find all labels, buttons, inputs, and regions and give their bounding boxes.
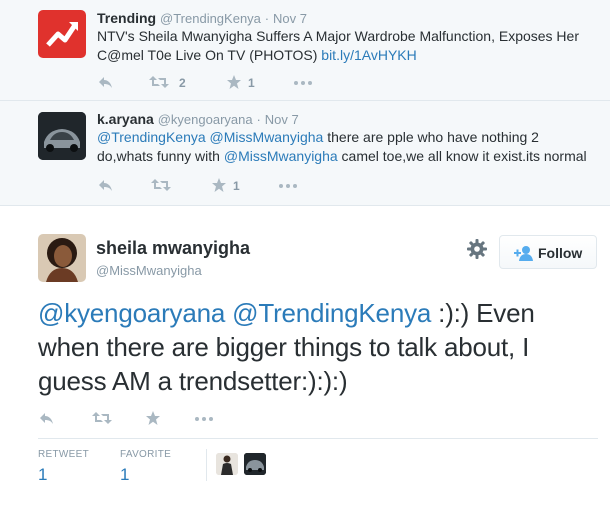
tweet-text-line: @kyengoaryana @TrendingKenya :):) Even bbox=[38, 296, 608, 330]
context-tweet-1[interactable]: Trending @TrendingKenya · Nov 7 NTV's Sh… bbox=[0, 0, 610, 101]
reply-icon[interactable] bbox=[38, 410, 54, 430]
separator: · bbox=[264, 11, 270, 26]
tweet-header: Trending @TrendingKenya · Nov 7 bbox=[97, 10, 307, 26]
tweet-text-line: guess AM a trendsetter:):):) bbox=[38, 366, 348, 396]
author-handle[interactable]: @TrendingKenya bbox=[160, 11, 261, 26]
trending-avatar[interactable] bbox=[38, 10, 86, 58]
favoriter-avatar[interactable] bbox=[244, 453, 266, 475]
kaaryana-avatar[interactable] bbox=[38, 112, 86, 160]
tweet-text-line: C@mel T0e Live On TV (PHOTOS) bit.ly/1Av… bbox=[97, 46, 579, 65]
main-tweet-text: @kyengoaryana @TrendingKenya :):) Even w… bbox=[38, 296, 608, 398]
timestamp[interactable]: Nov 7 bbox=[273, 11, 307, 26]
reply-icon[interactable] bbox=[97, 177, 113, 197]
mention-link[interactable]: @TrendingKenya bbox=[97, 129, 206, 145]
tweet-actions: 2 1 bbox=[97, 74, 397, 90]
tweet-text: @TrendingKenya @MissMwanyigha there are … bbox=[97, 128, 587, 166]
context-tweet-2[interactable]: k.aryana @kyengoaryana · Nov 7 @Trending… bbox=[0, 101, 610, 206]
retweet-icon[interactable] bbox=[149, 74, 169, 94]
author-handle[interactable]: @MissMwanyigha bbox=[96, 263, 202, 278]
tweet-text-line: NTV's Sheila Mwanyigha Suffers A Major W… bbox=[97, 28, 579, 44]
follow-label: Follow bbox=[538, 245, 583, 261]
timestamp[interactable]: Nov 7 bbox=[265, 112, 299, 127]
author-name[interactable]: sheila mwanyigha bbox=[96, 238, 250, 259]
tweet-text-line: @TrendingKenya @MissMwanyigha there are … bbox=[97, 128, 587, 147]
more-icon[interactable] bbox=[293, 74, 313, 94]
tweet-stats: RETWEET 1 FAVORITE 1 bbox=[38, 438, 598, 489]
tweet-text-line: do,whats funny with @MissMwanyigha camel… bbox=[97, 147, 587, 166]
star-icon[interactable] bbox=[226, 74, 242, 94]
mention-link[interactable]: @MissMwanyigha bbox=[210, 129, 324, 145]
more-icon[interactable] bbox=[194, 410, 214, 430]
retweet-count: 2 bbox=[179, 76, 186, 90]
main-tweet: sheila mwanyigha @MissMwanyigha Follow @… bbox=[0, 206, 610, 510]
retweet-stat-count[interactable]: 1 bbox=[38, 465, 47, 485]
reply-icon[interactable] bbox=[97, 74, 113, 94]
main-tweet-actions bbox=[38, 410, 338, 426]
tweet-header: k.aryana @kyengoaryana · Nov 7 bbox=[97, 111, 299, 127]
mention-link[interactable]: @MissMwanyigha bbox=[224, 148, 338, 164]
author-name[interactable]: k.aryana bbox=[97, 111, 154, 127]
retweet-stat-label: RETWEET bbox=[38, 449, 89, 460]
star-icon[interactable] bbox=[145, 410, 161, 430]
tweet-text-segment: do,whats funny with bbox=[97, 148, 224, 164]
tweet-text-segment: there are pple who have nothing 2 bbox=[323, 129, 539, 145]
tweet-text-segment: C@mel T0e Live On TV (PHOTOS) bbox=[97, 47, 322, 63]
divider bbox=[206, 449, 207, 481]
gear-icon[interactable] bbox=[466, 238, 488, 260]
star-icon[interactable] bbox=[211, 177, 227, 197]
author-handle[interactable]: @kyengoaryana bbox=[158, 112, 253, 127]
tweet-text-segment: camel toe,we all know it exist.its norma… bbox=[337, 148, 587, 164]
tweet-text-segment: :):) Even bbox=[431, 298, 535, 328]
tweet-text-line: when there are bigger things to talk abo… bbox=[38, 332, 530, 362]
author-name[interactable]: Trending bbox=[97, 10, 156, 26]
tweet-link[interactable]: bit.ly/1AvHYKH bbox=[321, 47, 416, 63]
favorite-count: 1 bbox=[233, 179, 240, 193]
mention-link[interactable]: @TrendingKenya bbox=[232, 298, 431, 328]
more-icon[interactable] bbox=[278, 177, 298, 197]
add-user-icon bbox=[514, 245, 534, 264]
separator: · bbox=[256, 112, 261, 127]
follow-button[interactable]: Follow bbox=[499, 235, 597, 269]
favoriter-avatar[interactable] bbox=[216, 453, 238, 475]
favorite-stat-count[interactable]: 1 bbox=[120, 465, 129, 485]
tweet-text: NTV's Sheila Mwanyigha Suffers A Major W… bbox=[97, 27, 579, 65]
retweet-icon[interactable] bbox=[92, 410, 112, 430]
profile-photo-icon bbox=[38, 234, 86, 282]
trending-arrow-icon bbox=[46, 22, 78, 47]
favorite-count: 1 bbox=[248, 76, 255, 90]
mention-link[interactable]: @kyengoaryana bbox=[38, 298, 225, 328]
favorite-stat-label: FAVORITE bbox=[120, 449, 172, 460]
retweet-icon[interactable] bbox=[151, 177, 171, 197]
tweet-actions: 1 bbox=[97, 177, 397, 193]
sheila-avatar[interactable] bbox=[38, 234, 86, 282]
car-icon bbox=[38, 112, 86, 160]
